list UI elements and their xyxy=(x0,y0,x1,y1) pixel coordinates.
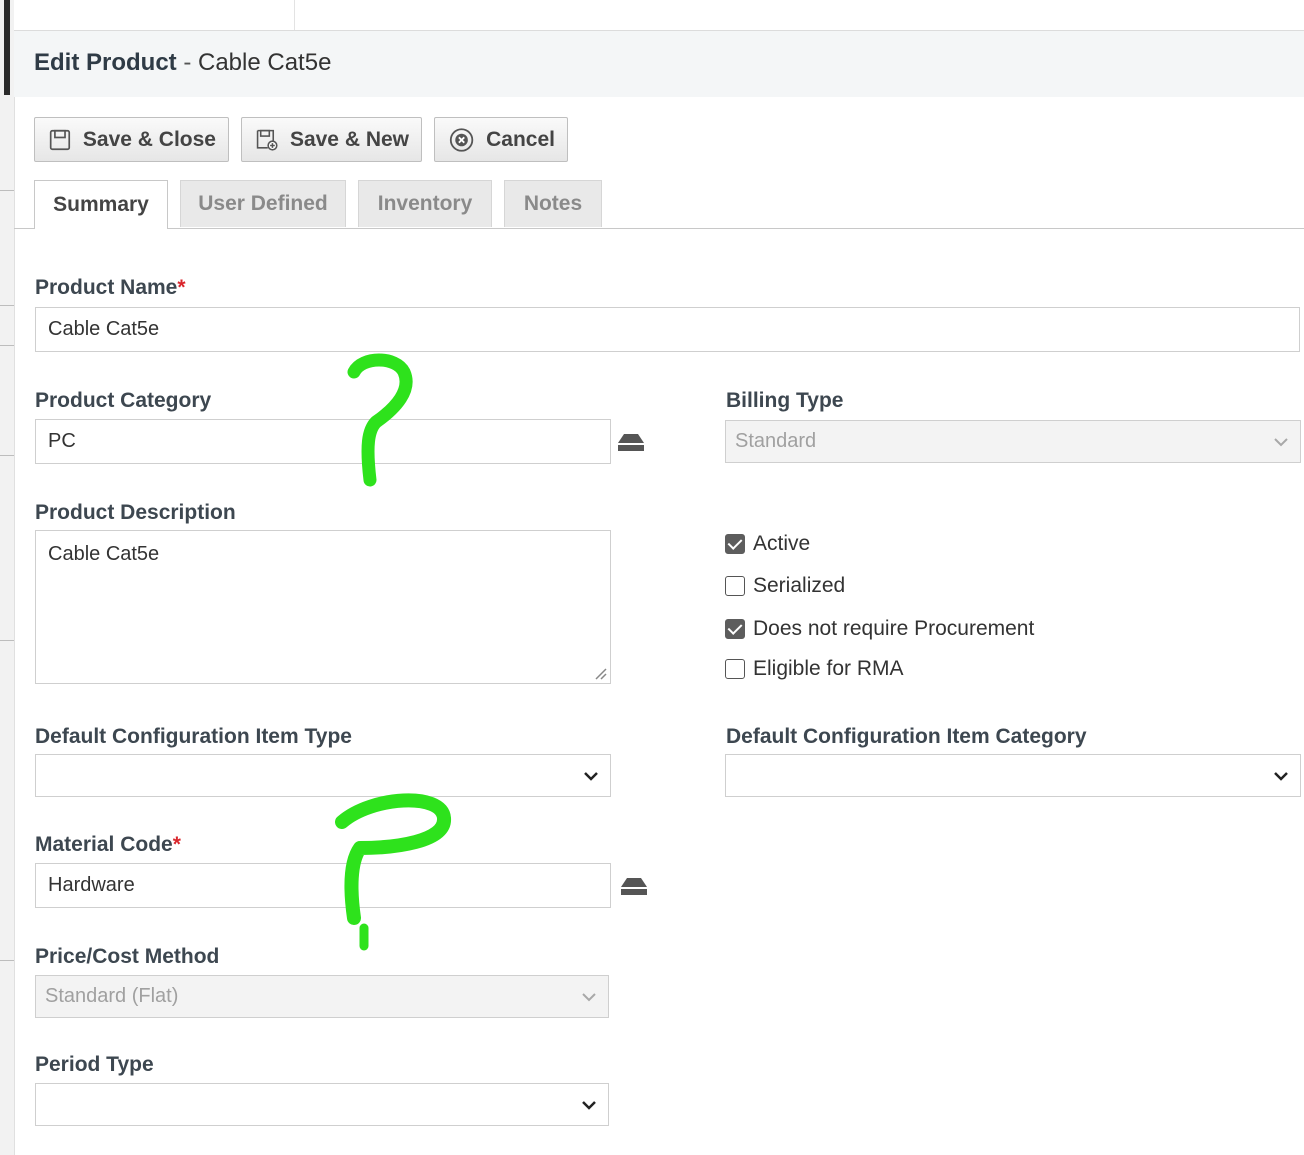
product-category-value: PC xyxy=(48,430,76,452)
save-close-label: Save & Close xyxy=(82,127,216,151)
chevron-down-icon xyxy=(584,772,598,781)
default-ci-category-select[interactable] xyxy=(725,754,1301,797)
default-ci-type-label: Default Configuration Item Type xyxy=(35,725,352,748)
material-code-input[interactable]: Hardware xyxy=(35,863,611,908)
sidebar-tick xyxy=(0,305,14,306)
billing-type-value: Standard xyxy=(735,430,817,452)
serialized-label: Serialized xyxy=(753,574,846,597)
tab-user-defined[interactable]: User Defined xyxy=(180,180,346,227)
required-marker: * xyxy=(172,833,181,856)
top-tab-strip xyxy=(14,0,1304,31)
lookup-stack-icon[interactable] xyxy=(618,875,650,899)
billing-type-label: Billing Type xyxy=(726,389,844,412)
page-title: Edit Product - Cable Cat5e xyxy=(34,49,331,77)
material-code-label: Material Code* xyxy=(35,833,181,857)
tab-inventory[interactable]: Inventory xyxy=(358,180,492,227)
cancel-button[interactable]: Cancel xyxy=(434,117,568,162)
chevron-down-icon xyxy=(582,1101,596,1110)
eligible-rma-checkbox-row[interactable]: Eligible for RMA xyxy=(725,657,904,681)
resize-handle-icon[interactable] xyxy=(593,666,607,680)
sidebar-tick xyxy=(0,960,14,961)
eligible-rma-label: Eligible for RMA xyxy=(753,657,904,680)
eligible-rma-checkbox[interactable] xyxy=(725,659,745,679)
default-ci-type-select[interactable] xyxy=(35,754,611,797)
floppy-plus-icon xyxy=(256,129,278,151)
page-title-separator: - xyxy=(176,49,198,76)
period-type-select[interactable] xyxy=(35,1083,609,1126)
save-new-button[interactable]: Save & New xyxy=(241,117,422,162)
save-new-label: Save & New xyxy=(289,127,409,151)
save-close-button[interactable]: Save & Close xyxy=(34,117,229,162)
page-title-action: Edit Product xyxy=(34,49,177,76)
active-checkbox[interactable] xyxy=(725,534,745,554)
floppy-disk-icon xyxy=(49,129,71,150)
cancel-label: Cancel xyxy=(486,127,555,151)
active-checkbox-row[interactable]: Active xyxy=(725,532,810,556)
active-label: Active xyxy=(753,532,811,555)
chevron-down-icon xyxy=(1274,438,1288,447)
sidebar-tick xyxy=(0,345,14,346)
product-description-value: Cable Cat5e xyxy=(48,543,160,565)
top-tab-fragment xyxy=(214,0,295,30)
chevron-down-icon xyxy=(582,993,596,1002)
sidebar-tick xyxy=(0,640,14,641)
product-category-input[interactable]: PC xyxy=(35,419,611,464)
product-name-input[interactable]: Cable Cat5e xyxy=(35,307,1300,352)
no-procurement-checkbox[interactable] xyxy=(725,619,745,639)
sidebar-dark-bar xyxy=(4,0,10,95)
product-description-textarea[interactable]: Cable Cat5e xyxy=(35,530,611,684)
price-cost-method-label: Price/Cost Method xyxy=(35,945,220,968)
lookup-stack-icon[interactable] xyxy=(615,431,647,455)
sidebar-tick xyxy=(0,190,14,191)
circle-x-icon xyxy=(449,127,474,152)
product-name-label: Product Name* xyxy=(35,276,186,300)
product-description-label: Product Description xyxy=(35,501,236,524)
price-cost-method-value: Standard (Flat) xyxy=(45,985,179,1007)
no-procurement-label: Does not require Procurement xyxy=(753,617,1035,640)
sidebar-tick xyxy=(0,455,14,456)
default-ci-category-label: Default Configuration Item Category xyxy=(726,725,1087,748)
product-category-label: Product Category xyxy=(35,389,212,412)
tab-summary[interactable]: Summary xyxy=(34,180,168,229)
chevron-down-icon xyxy=(1274,772,1288,781)
page-title-product: Cable Cat5e xyxy=(198,49,332,76)
required-marker: * xyxy=(177,276,186,299)
product-name-value: Cable Cat5e xyxy=(48,318,160,340)
title-bar: Edit Product - Cable Cat5e xyxy=(14,31,1304,97)
material-code-value: Hardware xyxy=(48,874,135,896)
price-cost-method-select[interactable]: Standard (Flat) xyxy=(35,975,609,1018)
billing-type-select[interactable]: Standard xyxy=(725,420,1301,463)
tab-bar: Summary User Defined Inventory Notes xyxy=(14,180,1304,229)
serialized-checkbox-row[interactable]: Serialized xyxy=(725,574,845,598)
left-sidebar-strip xyxy=(0,0,15,1155)
material-code-label-text: Material Code xyxy=(35,833,173,856)
tab-notes[interactable]: Notes xyxy=(504,180,602,227)
serialized-checkbox[interactable] xyxy=(725,576,745,596)
period-type-label: Period Type xyxy=(35,1053,154,1076)
product-name-label-text: Product Name xyxy=(35,276,178,299)
no-procurement-checkbox-row[interactable]: Does not require Procurement xyxy=(725,617,1034,641)
